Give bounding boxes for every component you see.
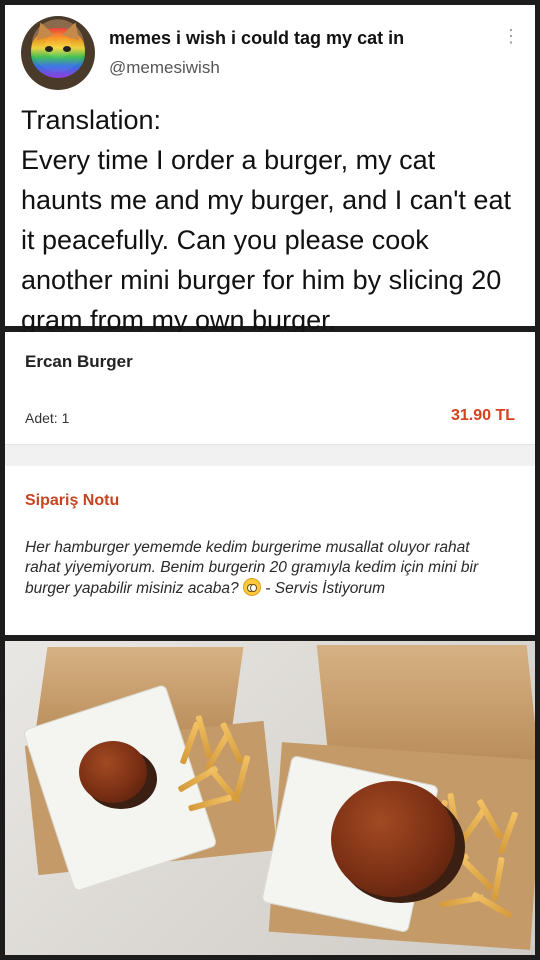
tweet-text: Translation: Every time I order a burger…: [21, 105, 511, 335]
tweet-header: memes i wish i could tag my cat in @meme…: [21, 13, 521, 93]
pleading-face-emoji-icon: [242, 578, 261, 596]
price-label: 31.90 TL: [450, 407, 515, 424]
order-note-title: Sipariş Notu: [25, 492, 120, 509]
left-fries: [177, 711, 267, 831]
avatar[interactable]: [21, 16, 95, 90]
account-names: memes i wish i could tag my cat in @meme…: [109, 28, 501, 78]
mini-burger-bun: [79, 741, 147, 803]
quantity-label: Adet: 1: [25, 410, 70, 426]
account-handle[interactable]: @memesiwish: [109, 58, 501, 78]
big-burger-bun: [331, 781, 455, 897]
order-note-text: Her hamburger yememde kedim burgerime mu…: [25, 538, 495, 599]
order-note-tail: - Servis İstiyorum: [265, 580, 386, 597]
burger-photo: [5, 641, 535, 955]
section-divider: [5, 444, 535, 466]
account-name[interactable]: memes i wish i could tag my cat in: [109, 28, 501, 49]
store-name: Ercan Burger: [25, 352, 133, 371]
tweet-card: memes i wish i could tag my cat in @meme…: [5, 5, 535, 335]
order-card: Ercan Burger Adet: 1 31.90 TL Sipariş No…: [5, 332, 535, 635]
vertical-ellipsis-icon[interactable]: ⋮: [501, 27, 521, 45]
